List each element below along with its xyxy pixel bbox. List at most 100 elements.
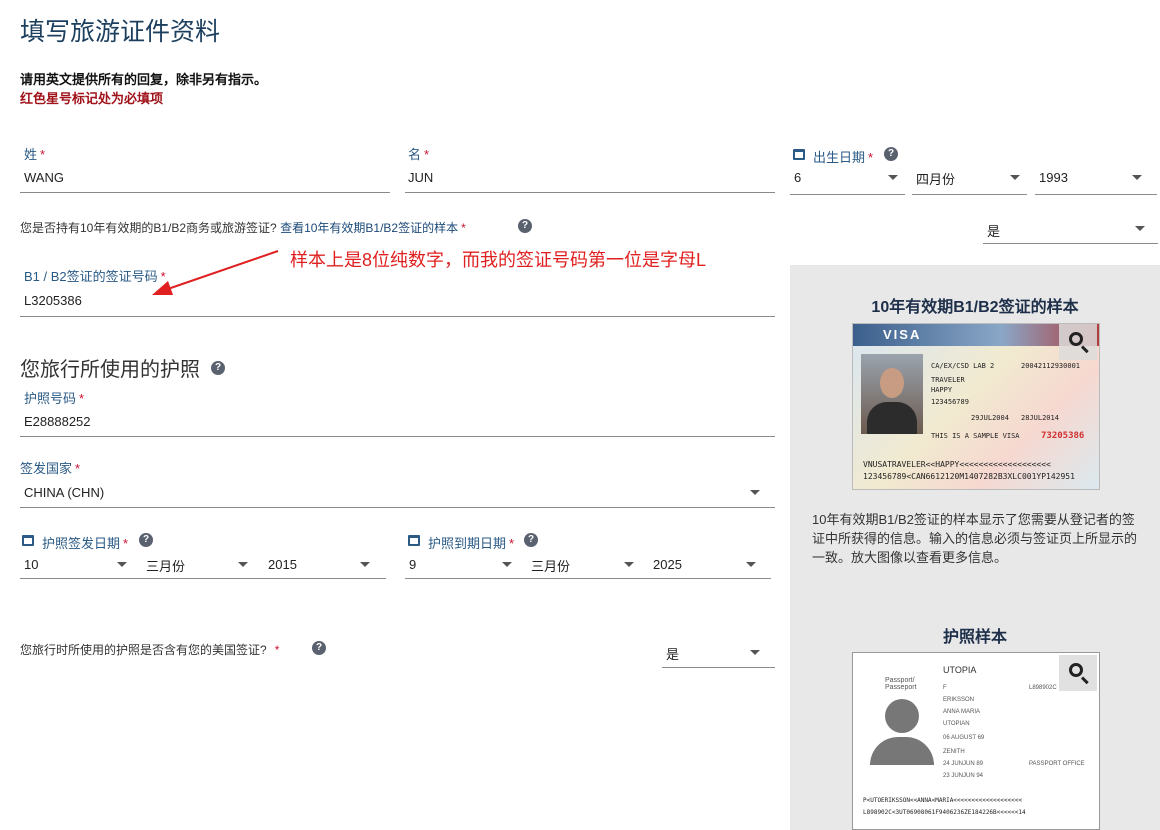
calendar-icon	[408, 535, 420, 546]
visa-text-line: 28JUL2014	[1021, 414, 1059, 422]
given-name-underline	[405, 192, 775, 193]
visa-sample-image[interactable]: VISA CA/EX/CSD LAB 2 20042112930001 TRAV…	[852, 323, 1100, 490]
visa-answer-select[interactable]: 是	[987, 221, 1000, 240]
passport-number: L898902C	[1029, 685, 1057, 691]
page-title: 填写旅游证件资料	[20, 18, 221, 46]
passport-number-input[interactable]: E28888252	[24, 414, 91, 429]
birth-year-select[interactable]: 1993	[1039, 170, 1068, 185]
issue-date-underline	[20, 578, 386, 579]
chevron-down-icon	[1132, 175, 1142, 180]
surname-label: 姓 *	[24, 147, 46, 162]
us-visa-question: 您旅行时所使用的护照是否含有您的美国签证? *	[20, 643, 280, 657]
chevron-down-icon	[750, 490, 760, 495]
help-icon[interactable]: ?	[211, 361, 225, 375]
required-asterisk: *	[509, 536, 515, 551]
annotation-text: 样本上是8位纯数字，而我的签证号码第一位是字母L	[290, 250, 707, 270]
sample-sidebar: 10年有效期B1/B2签证的样本 VISA CA/EX/CSD LAB 2 20…	[790, 265, 1160, 830]
passport-nationality: UTOPIAN	[943, 721, 970, 727]
magnifier-circle	[1069, 332, 1083, 346]
passport-authority: PASSPORT OFFICE	[1029, 761, 1085, 767]
required-asterisk: *	[868, 150, 874, 165]
magnifier-handle	[1080, 676, 1089, 685]
passport-expiry: 23 JUNJUN 94	[943, 773, 984, 779]
magnifier-handle	[1080, 345, 1089, 354]
issue-day-select[interactable]: 10	[24, 557, 38, 572]
passport-heading: Passport/ Passeport	[885, 677, 917, 691]
given-name-input[interactable]: JUN	[408, 170, 433, 185]
visa-sample-link[interactable]: 查看10年有效期B1/B2签证的样本	[280, 221, 458, 235]
birth-month-underline	[912, 194, 1027, 195]
visa-number-underline	[20, 316, 775, 317]
passport-surname: ERIKSSON	[943, 697, 975, 703]
help-icon[interactable]: ?	[518, 219, 532, 233]
visa-text-line: 123456789	[931, 398, 969, 406]
calendar-icon	[793, 149, 805, 160]
visa-text-line: 20042112930001	[1021, 362, 1081, 370]
visa-mrz-line: VNUSATRAVELER<<HAPPY<<<<<<<<<<<<<<<<<<<	[863, 460, 1051, 469]
expiry-year-select[interactable]: 2025	[653, 557, 682, 572]
magnifier-circle	[1069, 663, 1083, 677]
help-icon[interactable]: ?	[312, 641, 326, 655]
avatar-head-shape	[885, 699, 919, 733]
required-asterisk: *	[40, 147, 46, 162]
passport-given: ANNA MARIA	[943, 709, 981, 715]
required-note: 红色星号标记处为必填项	[20, 91, 164, 106]
issue-month-select[interactable]: 三月份	[146, 556, 185, 575]
chevron-down-icon	[360, 562, 370, 567]
birth-day-select[interactable]: 6	[794, 170, 801, 185]
surname-input[interactable]: WANG	[24, 170, 64, 185]
visa-text-line: HAPPY	[931, 386, 953, 394]
birth-month-select[interactable]: 四月份	[916, 169, 955, 188]
required-asterisk: *	[461, 221, 466, 235]
chevron-down-icon	[238, 562, 248, 567]
expiry-day-select[interactable]: 9	[409, 557, 416, 572]
required-asterisk: *	[274, 643, 280, 657]
issuing-country-underline	[20, 507, 775, 508]
chevron-down-icon	[1135, 226, 1145, 231]
birth-day-underline	[790, 194, 905, 195]
issuing-country-select[interactable]: CHINA (CHN)	[24, 485, 104, 500]
visa-word: VISA	[883, 327, 922, 342]
chevron-down-icon	[624, 562, 634, 567]
issue-date-label: 护照签发日期 *	[42, 536, 129, 551]
expiry-date-underline	[405, 578, 771, 579]
help-icon[interactable]: ?	[884, 147, 898, 161]
help-icon[interactable]: ?	[139, 533, 153, 547]
zoom-icon[interactable]	[1059, 655, 1097, 691]
shoulders-shape	[867, 402, 917, 434]
help-icon[interactable]: ?	[524, 533, 538, 547]
passport-birth: 06 AUGUST 69	[943, 735, 985, 741]
passport-number-underline	[20, 436, 775, 437]
us-visa-answer-underline	[662, 667, 775, 668]
passport-country: UTOPIA	[943, 665, 977, 675]
required-asterisk: *	[123, 536, 129, 551]
instruction-text: 请用英文提供所有的回复，除非另有指示。	[20, 72, 268, 87]
zoom-icon[interactable]	[1059, 324, 1097, 360]
chevron-down-icon	[888, 175, 898, 180]
visa-text-line: CA/EX/CSD LAB 2	[931, 362, 995, 370]
us-visa-answer-select[interactable]: 是	[666, 644, 679, 663]
visa-text-line: THIS IS A SAMPLE VISA	[931, 432, 1020, 440]
birth-year-underline	[1035, 194, 1157, 195]
passport-issue: 24 JUNJUN 89	[943, 761, 984, 767]
calendar-icon	[22, 535, 34, 546]
annotation-arrow	[152, 250, 279, 295]
given-name-label: 名 *	[408, 147, 430, 162]
passport-sample-title: 护照样本	[942, 629, 1007, 646]
chevron-down-icon	[502, 562, 512, 567]
visa-number-input[interactable]: L3205386	[24, 293, 82, 308]
visa-answer-underline	[983, 243, 1158, 244]
passport-sample-image[interactable]: UTOPIA Passport/ Passeport F L898902C ER…	[852, 652, 1100, 830]
surname-underline	[20, 192, 390, 193]
visa-sample-title: 10年有效期B1/B2签证的样本	[871, 299, 1079, 316]
birth-date-label: 出生日期 *	[813, 150, 874, 165]
chevron-down-icon	[117, 562, 127, 567]
visa-red-number: 73205386	[1041, 431, 1085, 441]
avatar-body-shape	[870, 737, 934, 765]
visa-question: 您是否持有10年有效期的B1/B2商务或旅游签证? 查看10年有效期B1/B2签…	[20, 221, 466, 235]
passport-mrz-line: P<UTOERIKSSON<<ANNA<MARIA<<<<<<<<<<<<<<<…	[863, 797, 1022, 804]
passport-sex: F	[943, 685, 947, 691]
issue-year-select[interactable]: 2015	[268, 557, 297, 572]
passport-mrz-line: L898902C<3UT06908061F9406236ZE184226B<<<…	[863, 809, 1026, 816]
expiry-month-select[interactable]: 三月份	[531, 556, 570, 575]
